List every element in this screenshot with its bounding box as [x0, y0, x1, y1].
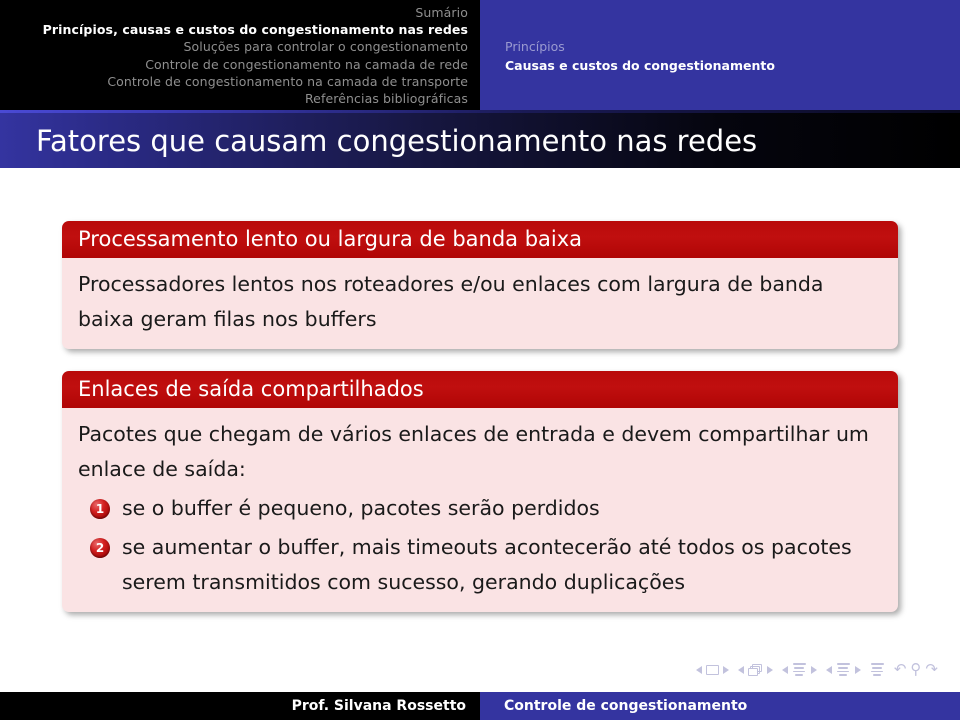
nav-subsection-principios[interactable]: Princípios	[505, 37, 565, 56]
next-section-icon[interactable]	[854, 665, 861, 674]
slide-icon[interactable]	[705, 664, 719, 675]
next-slide-icon[interactable]	[722, 665, 729, 674]
search-icon[interactable]: ⚲	[910, 662, 921, 677]
forward-arrow-icon[interactable]: ↷	[925, 662, 938, 677]
block-processamento-lento: Processamento lento ou largura de banda …	[62, 221, 898, 349]
nav-section-principios[interactable]: Princípios, causas e custos do congestio…	[43, 21, 468, 38]
slide-content: Processamento lento ou largura de banda …	[0, 168, 960, 655]
list-item-text: se o buffer é pequeno, pacotes serão per…	[122, 496, 600, 520]
nav-group-subsection[interactable]	[781, 662, 817, 677]
block-body: Pacotes que chegam de vários enlaces de …	[62, 408, 898, 612]
section-icon[interactable]	[836, 662, 851, 677]
nav-group-document[interactable]	[870, 662, 885, 677]
list-item: 2 se aumentar o buffer, mais timeouts ac…	[78, 530, 880, 600]
list-item-text: se aumentar o buffer, mais timeouts acon…	[122, 535, 852, 594]
prev-section-icon[interactable]	[825, 665, 832, 674]
nav-group-history[interactable]: ↶ ⚲ ↷	[894, 662, 938, 677]
enumerate-list: 1 se o buffer é pequeno, pacotes serão p…	[78, 491, 880, 600]
nav-section-solucoes[interactable]: Soluções para controlar o congestionamen…	[184, 38, 469, 55]
nav-section-sumario[interactable]: Sumário	[415, 4, 468, 21]
frame-title: Fatores que causam congestionamento nas …	[36, 123, 758, 158]
footer-title: Controle de congestionamento	[480, 692, 960, 720]
nav-group-section[interactable]	[825, 662, 861, 677]
prev-subsection-icon[interactable]	[781, 665, 788, 674]
back-arrow-icon[interactable]: ↶	[894, 662, 907, 677]
block-paragraph: Pacotes que chegam de vários enlaces de …	[78, 422, 869, 481]
nav-section-referencias[interactable]: Referências bibliográficas	[305, 90, 468, 107]
block-body: Processadores lentos nos roteadores e/ou…	[62, 258, 898, 349]
frame-title-bar: Fatores que causam congestionamento nas …	[0, 113, 960, 168]
footer-author: Prof. Silvana Rossetto	[0, 692, 480, 720]
block-paragraph: Processadores lentos nos roteadores e/ou…	[78, 272, 824, 331]
list-item: 1 se o buffer é pequeno, pacotes serão p…	[78, 491, 880, 526]
enumerate-marker-1: 1	[90, 499, 110, 519]
slide-root: Sumário Princípios, causas e custos do c…	[0, 0, 960, 720]
nav-group-slide[interactable]	[695, 664, 729, 675]
next-subsection-icon[interactable]	[810, 665, 817, 674]
section-navigation: Sumário Princípios, causas e custos do c…	[0, 0, 480, 110]
frame-icon[interactable]	[747, 663, 763, 676]
header-navigation: Sumário Princípios, causas e custos do c…	[0, 0, 960, 110]
nav-subsection-causas-custos[interactable]: Causas e custos do congestionamento	[505, 56, 775, 75]
block-enlaces-saida: Enlaces de saída compartilhados Pacotes …	[62, 371, 898, 612]
nav-section-camada-transporte[interactable]: Controle de congestionamento na camada d…	[107, 73, 468, 90]
subsection-navigation: Princípios Causas e custos do congestion…	[480, 0, 960, 110]
block-title: Processamento lento ou largura de banda …	[62, 221, 898, 258]
enumerate-marker-2: 2	[90, 538, 110, 558]
subsection-icon[interactable]	[792, 662, 807, 677]
footline: Prof. Silvana Rossetto Controle de conge…	[0, 692, 960, 720]
nav-section-camada-rede[interactable]: Controle de congestionamento na camada d…	[145, 56, 468, 73]
document-icon[interactable]	[870, 662, 885, 677]
beamer-navigation-symbols[interactable]: ↶ ⚲ ↷	[695, 662, 938, 677]
nav-group-frame[interactable]	[737, 663, 773, 676]
block-title: Enlaces de saída compartilhados	[62, 371, 898, 408]
next-frame-icon[interactable]	[766, 665, 773, 674]
prev-frame-icon[interactable]	[737, 665, 744, 674]
prev-slide-icon[interactable]	[695, 665, 702, 674]
